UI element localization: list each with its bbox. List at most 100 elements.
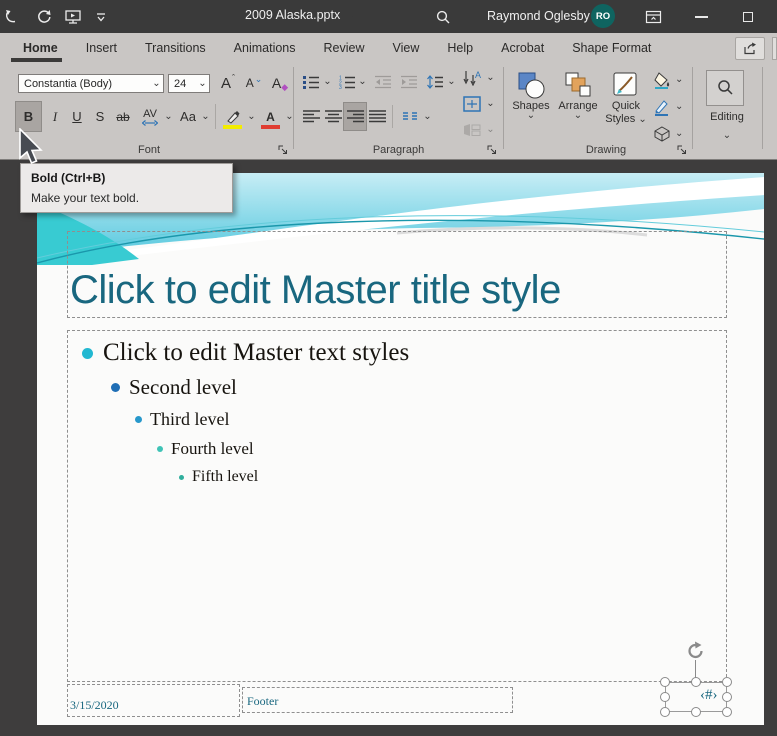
font-size-combobox[interactable]: 24 ⌄ [168,74,210,93]
quick-styles-button[interactable]: Quick Styles ⌄ [603,68,649,140]
body-level-3[interactable]: Third level [135,409,229,430]
columns-button[interactable] [398,103,422,130]
shapes-icon [518,72,545,99]
maximize-button[interactable] [733,3,763,31]
resize-handle-bottom-right[interactable] [722,707,732,717]
align-right-button[interactable] [343,102,367,131]
decrease-indent-button[interactable] [372,71,394,93]
master-body-placeholder[interactable]: Click to edit Master text styles Second … [67,330,727,682]
user-avatar[interactable]: RO [591,4,615,28]
tab-help[interactable]: Help [433,33,487,63]
align-text-dropdown[interactable]: ⌄ [485,94,496,114]
editing-dropdown-chevron[interactable]: ⌄ [693,125,761,143]
convert-to-smartart-button[interactable] [461,120,483,140]
slide-number-placeholder[interactable]: ‹#› [660,677,732,717]
drawing-dialog-launcher[interactable] [676,144,688,156]
date-placeholder[interactable]: 3/15/2020 [67,684,240,717]
resize-handle-top-left[interactable] [660,677,670,687]
minimize-button[interactable] [686,3,716,31]
change-case-button[interactable]: Aa [176,102,200,131]
text-direction-dropdown[interactable]: ⌄ [485,68,496,88]
font-dialog-launcher[interactable] [277,144,289,156]
text-highlight-dropdown[interactable]: ⌄ [246,102,257,131]
resize-handle-bottom-center[interactable] [691,707,701,717]
tab-transitions[interactable]: Transitions [131,33,220,63]
tab-shape-format[interactable]: Shape Format [558,33,665,63]
increase-indent-button[interactable] [398,71,420,93]
master-title-placeholder[interactable]: Click to edit Master title style [67,231,727,318]
paragraph-dialog-launcher[interactable] [486,144,498,156]
tab-acrobat[interactable]: Acrobat [487,33,558,63]
text-shadow-button[interactable]: S [90,102,110,131]
rotate-handle[interactable] [686,641,706,661]
change-case-dropdown[interactable]: ⌄ [200,102,211,131]
shape-outline-button[interactable]: ⌄ [653,96,683,118]
search-button[interactable] [430,3,456,31]
text-direction-button[interactable]: A [461,68,483,88]
line-spacing-dropdown[interactable]: ⌄ [446,71,457,93]
shape-outline-dropdown-chevron[interactable]: ⌄ [675,102,683,112]
customize-quick-access-toolbar-button[interactable] [90,3,112,31]
tab-review[interactable]: Review [310,33,379,63]
level-2-bullet [111,383,120,392]
tab-insert[interactable]: Insert [72,33,131,63]
increase-font-size-button[interactable]: Aˆ [216,70,240,96]
footer-placeholder[interactable]: Footer [242,687,513,713]
document-title-dropdown-chevron[interactable]: ⌄ [347,10,355,20]
font-name-dropdown-chevron[interactable]: ⌄ [150,78,163,88]
editing-button[interactable] [706,70,744,106]
tab-home[interactable]: Home [9,33,72,63]
shape-effects-button[interactable]: ⌄ [653,123,683,145]
convert-to-smartart-dropdown[interactable]: ⌄ [485,120,496,140]
arrange-button[interactable]: Arrange ⌄ [555,68,601,140]
text-highlight-color-button[interactable] [220,102,245,131]
bullets-dropdown[interactable]: ⌄ [322,71,333,93]
italic-button[interactable]: I [45,102,65,131]
ribbon-display-options-button[interactable] [638,3,668,31]
numbering-dropdown[interactable]: ⌄ [357,71,368,93]
center-icon [324,110,342,123]
user-name[interactable]: Raymond Oglesby [487,9,590,23]
comments-button-partial[interactable] [772,37,777,60]
document-title[interactable]: 2009 Alaska.pptx ⌄ [245,8,356,22]
clear-formatting-button[interactable]: A ◆ [268,70,292,96]
numbering-button[interactable]: 123 [336,71,357,93]
character-spacing-dropdown[interactable]: ⌄ [163,102,174,131]
align-left-button[interactable] [300,103,322,130]
font-size-dropdown-chevron[interactable]: ⌄ [196,78,209,88]
shape-fill-dropdown-chevron[interactable]: ⌄ [675,75,683,85]
start-slideshow-button[interactable] [58,3,88,31]
redo-button[interactable] [30,3,58,31]
resize-handle-middle-left[interactable] [660,692,670,702]
font-color-button[interactable]: A [258,102,283,131]
character-spacing-button[interactable]: AV [137,102,163,131]
align-text-button[interactable] [461,94,483,114]
tooltip-title: Bold (Ctrl+B) [31,171,106,185]
body-level-5[interactable]: Fifth level [179,468,258,486]
resize-handle-bottom-left[interactable] [660,707,670,717]
body-level-2[interactable]: Second level [111,375,237,400]
resize-handle-top-right[interactable] [722,677,732,687]
resize-handle-top-center[interactable] [691,677,701,687]
shape-fill-button[interactable]: ⌄ [653,69,683,91]
shape-effects-dropdown-chevron[interactable]: ⌄ [675,129,683,139]
line-spacing-button[interactable] [424,71,446,93]
tab-animations[interactable]: Animations [220,33,310,63]
bold-button[interactable]: B [15,101,42,132]
resize-handle-middle-right[interactable] [722,692,732,702]
share-button[interactable] [735,37,765,60]
shapes-button[interactable]: Shapes ⌄ [509,68,553,140]
undo-button[interactable]: ⌄ [4,3,32,31]
tab-view[interactable]: View [379,33,434,63]
center-button[interactable] [322,103,344,130]
strikethrough-button[interactable]: ab [110,102,136,131]
body-level-4[interactable]: Fourth level [157,439,254,459]
justify-button[interactable] [366,103,388,130]
bullets-button[interactable] [300,71,321,93]
font-name-combobox[interactable]: Constantia (Body) ⌄ [18,74,164,93]
decrease-font-size-button[interactable]: A ⌄ [242,70,266,96]
body-level-1[interactable]: Click to edit Master text styles [82,339,409,367]
columns-dropdown[interactable]: ⌄ [422,103,433,130]
slide-canvas[interactable]: Click to edit Master title style Click t… [37,173,764,725]
underline-button[interactable]: U [66,102,88,131]
